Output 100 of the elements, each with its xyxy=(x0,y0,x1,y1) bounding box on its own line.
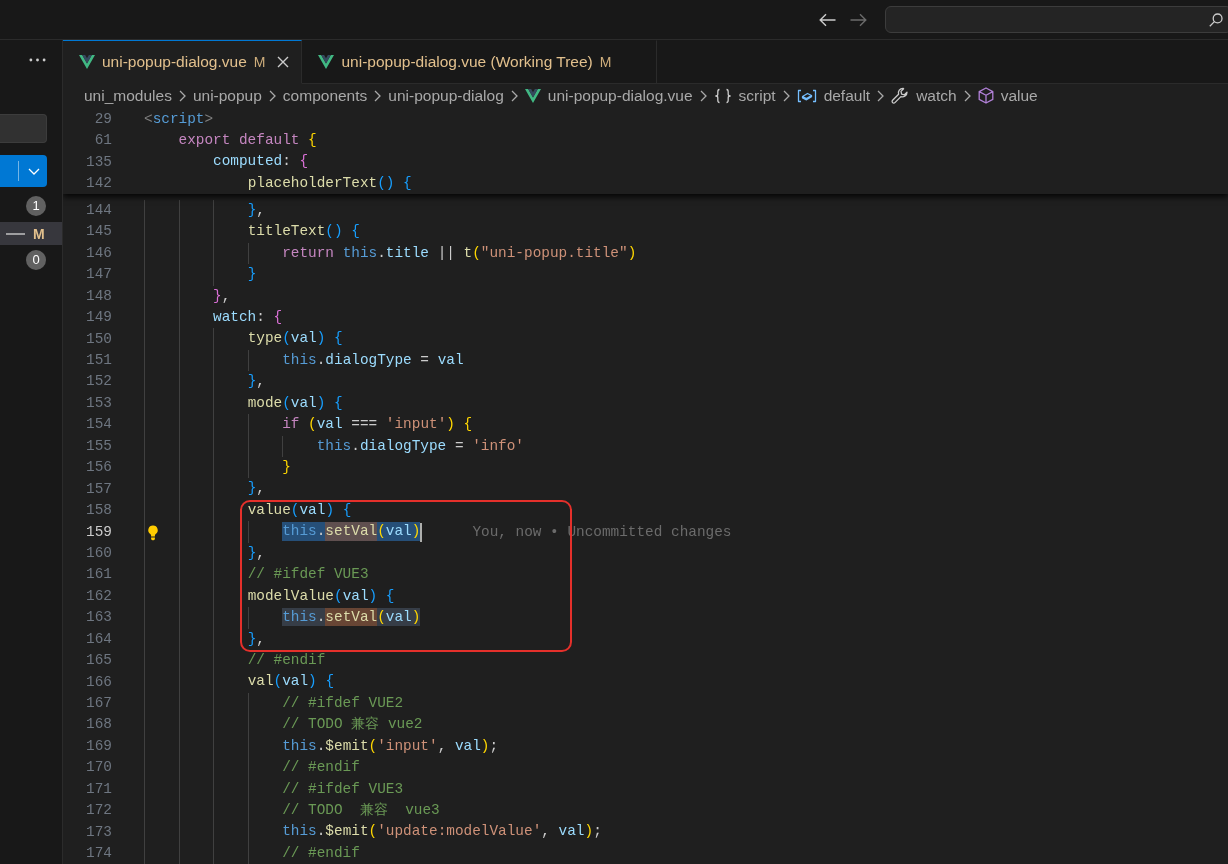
line-number: 159 xyxy=(85,522,112,542)
line-number: 145 xyxy=(85,222,112,242)
line-number: 29 xyxy=(93,109,112,129)
line-number: 148 xyxy=(85,286,112,306)
wrench-icon xyxy=(891,86,910,105)
code-line: placeholderText() { xyxy=(247,174,412,194)
breadcrumb-item[interactable]: watch xyxy=(891,86,957,105)
line-number: 166 xyxy=(85,672,112,692)
line-number: 158 xyxy=(85,501,112,521)
code-line: // #ifdef VUE2 xyxy=(282,694,404,714)
code-line: }, xyxy=(247,543,265,563)
breadcrumb-item[interactable]: uni_modules xyxy=(84,86,172,105)
count-badge: 0 xyxy=(26,250,46,270)
line-number: 155 xyxy=(85,436,112,456)
breadcrumb-item[interactable]: uni-popup xyxy=(192,86,262,105)
code-line: export default { xyxy=(178,131,317,151)
code-line: this.$emit('update:modelValue', val); xyxy=(282,822,602,842)
code-line: this.$emit('input', val); xyxy=(282,736,499,756)
chevron-right-icon xyxy=(877,89,885,102)
code-line: } xyxy=(282,458,291,478)
code-line: // TODO 兼容 vue3 xyxy=(282,801,440,821)
code-line: this.dialogType = val xyxy=(282,351,464,371)
vue-logo-icon xyxy=(318,55,335,69)
editor-tab[interactable]: uni-popup-dialog.vue M xyxy=(63,40,303,84)
line-number: 146 xyxy=(85,243,112,263)
close-icon[interactable] xyxy=(277,56,290,68)
line-number: 163 xyxy=(85,608,112,628)
line-number: 147 xyxy=(85,265,112,285)
line-number: 161 xyxy=(85,565,112,585)
line-number: 164 xyxy=(85,629,112,649)
code-line: // #ifdef VUE3 xyxy=(282,779,404,799)
code-line: titleText() { xyxy=(247,222,360,242)
breadcrumb-item[interactable]: components xyxy=(282,86,368,105)
lightbulb-icon[interactable] xyxy=(147,525,159,542)
file-list-item[interactable]: M xyxy=(0,222,62,245)
variable-icon xyxy=(796,87,817,104)
code-line: // TODO 兼容 vue2 xyxy=(282,715,423,735)
chevron-right-icon xyxy=(782,89,790,102)
chevron-down-icon xyxy=(28,167,40,175)
chevron-right-icon xyxy=(268,89,276,102)
breadcrumb-item[interactable]: uni-popup-dialog.vue xyxy=(524,86,693,105)
line-number: 152 xyxy=(85,372,112,392)
line-number: 61 xyxy=(93,131,112,151)
breadcrumb-item[interactable]: script xyxy=(713,86,776,105)
code-line: modelValue(val) { xyxy=(247,586,395,606)
code-line: computed: { xyxy=(213,152,309,172)
code-line: val(val) { xyxy=(247,672,335,692)
code-line: mode(val) { xyxy=(247,393,343,413)
code-line: }, xyxy=(247,372,265,392)
line-number: 171 xyxy=(85,779,112,799)
code-line: }, xyxy=(213,286,231,306)
code-line: this.setVal(val) xyxy=(282,608,421,628)
line-number: 165 xyxy=(85,651,112,671)
vue-logo-icon xyxy=(524,88,541,103)
line-number: 150 xyxy=(85,329,112,349)
breadcrumb-item[interactable]: uni-popup-dialog xyxy=(388,86,504,105)
line-number: 144 xyxy=(85,200,112,220)
line-number: 174 xyxy=(85,844,112,864)
line-number: 170 xyxy=(85,758,112,778)
line-number: 160 xyxy=(85,543,112,563)
code-line: type(val) { xyxy=(247,329,343,349)
input-field[interactable] xyxy=(0,114,47,143)
modified-indicator: M xyxy=(253,54,266,70)
braces-icon xyxy=(713,87,732,104)
breadcrumb-item[interactable]: default xyxy=(796,86,871,105)
code-line: return this.title || t("uni-popup.title") xyxy=(282,243,637,263)
chevron-right-icon xyxy=(963,89,971,102)
code-line: // #endif xyxy=(282,758,360,778)
line-number: 168 xyxy=(85,715,112,735)
back-arrow-icon[interactable] xyxy=(819,12,836,27)
breadcrumb-item[interactable]: value xyxy=(977,86,1038,105)
code-line: if (val === 'input') { xyxy=(282,415,473,435)
code-line: // #ifdef VUE3 xyxy=(247,565,369,585)
line-number: 153 xyxy=(85,393,112,413)
line-number: 169 xyxy=(85,736,112,756)
more-actions-icon[interactable] xyxy=(29,58,46,62)
vue-logo-icon xyxy=(79,55,95,69)
line-number: 135 xyxy=(85,152,112,172)
modified-indicator: M xyxy=(599,54,612,70)
code-line: <script> xyxy=(144,109,214,129)
code-line: this.dialogType = 'info' xyxy=(316,436,524,456)
code-line: }, xyxy=(247,629,265,649)
chevron-right-icon xyxy=(510,89,518,102)
line-number: 149 xyxy=(85,308,112,328)
line-number: 142 xyxy=(85,174,112,194)
line-number: 157 xyxy=(85,479,112,499)
search-icon xyxy=(1209,12,1223,27)
code-line: this.setVal(val) xyxy=(282,522,421,542)
code-line: watch: { xyxy=(213,308,283,328)
line-number: 167 xyxy=(85,694,112,714)
line-number: 173 xyxy=(85,822,112,842)
line-number: 162 xyxy=(85,586,112,606)
search-field[interactable] xyxy=(885,6,1228,33)
line-number: 151 xyxy=(85,351,112,371)
code-line: }, xyxy=(247,200,265,220)
chevron-right-icon xyxy=(699,89,707,102)
code-line: value(val) { xyxy=(247,501,352,521)
line-number: 156 xyxy=(85,458,112,478)
cube-icon xyxy=(977,87,994,104)
editor-tab[interactable]: uni-popup-dialog.vue (Working Tree) M xyxy=(302,40,658,84)
